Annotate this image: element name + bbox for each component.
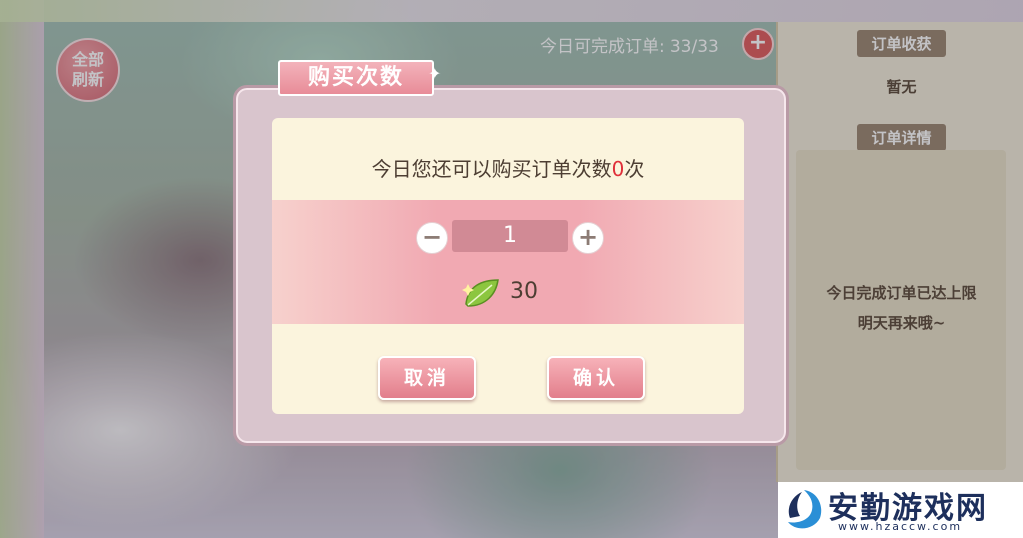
message-prefix: 今日您还可以购买订单次数 [371, 157, 612, 181]
watermark-url: www.hzaccw.com [838, 520, 963, 533]
quantity-band [272, 200, 744, 324]
cancel-button[interactable]: 取消 [378, 356, 476, 400]
leaf-icon [462, 279, 499, 307]
quantity-value[interactable]: 1 [452, 220, 568, 252]
remaining-count: 0 [611, 157, 625, 181]
site-logo-icon [788, 490, 822, 529]
price-value: 30 [510, 279, 538, 304]
message-suffix: 次 [624, 157, 645, 181]
confirm-button[interactable]: 确认 [547, 356, 645, 400]
remaining-purchases-message: 今日您还可以购买订单次数0次 [272, 153, 744, 182]
sparkle-icon: ✦ [428, 64, 442, 83]
increase-quantity-button[interactable]: + [572, 222, 604, 254]
decrease-quantity-button[interactable]: − [416, 222, 448, 254]
dialog-title: 购买次数 [278, 60, 434, 96]
